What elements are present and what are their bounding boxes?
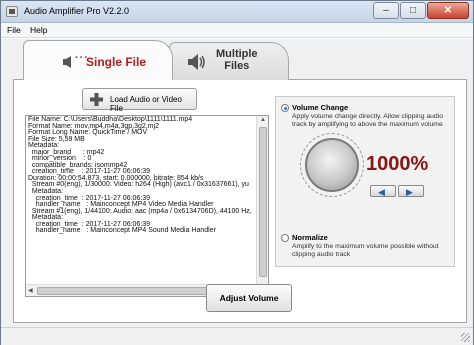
normalize-radio[interactable] [281, 234, 289, 242]
vertical-scrollbar[interactable]: ▲ ▼ [256, 116, 268, 296]
scroll-up-icon[interactable]: ▲ [260, 117, 266, 123]
maximize-button[interactable]: □ [400, 2, 426, 19]
file-info-box[interactable]: File Name: C:\Users\Buddha\Desktop\1111\… [25, 115, 269, 297]
vertical-scroll-thumb[interactable] [259, 127, 267, 277]
tab-multiple-line1: Multiple [216, 48, 258, 60]
arrow-right-icon: ▶ [406, 187, 413, 197]
decrease-volume-button[interactable]: ◀ [370, 185, 396, 197]
load-file-button[interactable]: Load Audio or Video File [82, 88, 197, 113]
menu-help[interactable]: Help [30, 25, 47, 35]
tab-multiple-line2: Files [224, 60, 250, 72]
close-button[interactable]: ✕ [427, 2, 469, 19]
menu-bar: File Help [1, 23, 473, 38]
tab-multiple-label: Multiple Files [216, 48, 258, 72]
normalize-description: Amplify to the maximum volume possible w… [292, 243, 439, 258]
increase-volume-button[interactable]: ▶ [398, 185, 424, 197]
volume-change-radio[interactable] [281, 104, 289, 112]
tab-single-label: Single File [86, 55, 147, 69]
minimize-button[interactable]: – [373, 2, 399, 19]
menu-file[interactable]: File [7, 25, 21, 35]
scroll-left-icon[interactable]: ◀ [28, 287, 33, 294]
app-window: Audio Amplifier Pro V2.2.0 – □ ✕ File He… [0, 0, 474, 345]
resize-grip-icon[interactable] [461, 333, 470, 342]
tab-multiple-files[interactable]: Multiple Files [169, 42, 289, 80]
volume-percent: 1000% [366, 153, 429, 175]
arrow-left-icon: ◀ [378, 187, 385, 197]
info-line: handler_name : Mainconcept MP4 Sound Med… [28, 227, 216, 235]
tab-single-file[interactable]: ··· Single File [23, 40, 173, 80]
horizontal-scroll-thumb[interactable] [37, 287, 227, 295]
app-icon [6, 6, 18, 17]
volume-options-panel: Volume Change Apply volume change direct… [275, 96, 455, 267]
add-icon [90, 93, 103, 106]
window-title: Audio Amplifier Pro V2.2.0 [24, 6, 130, 16]
title-bar[interactable]: Audio Amplifier Pro V2.2.0 – □ ✕ [1, 1, 473, 23]
speaker-icon [188, 54, 205, 70]
volume-change-title: Volume Change [292, 103, 349, 112]
window-controls: – □ ✕ [373, 2, 469, 19]
adjust-volume-button[interactable]: Adjust Volume [206, 284, 292, 312]
status-bar [1, 327, 473, 345]
speaker-icon [63, 56, 71, 68]
volume-knob[interactable] [305, 138, 359, 192]
normalize-title: Normalize [292, 233, 328, 242]
load-file-label: Load Audio or Video File [110, 95, 182, 113]
volume-change-description: Apply volume change directly. Allow clip… [292, 113, 444, 128]
